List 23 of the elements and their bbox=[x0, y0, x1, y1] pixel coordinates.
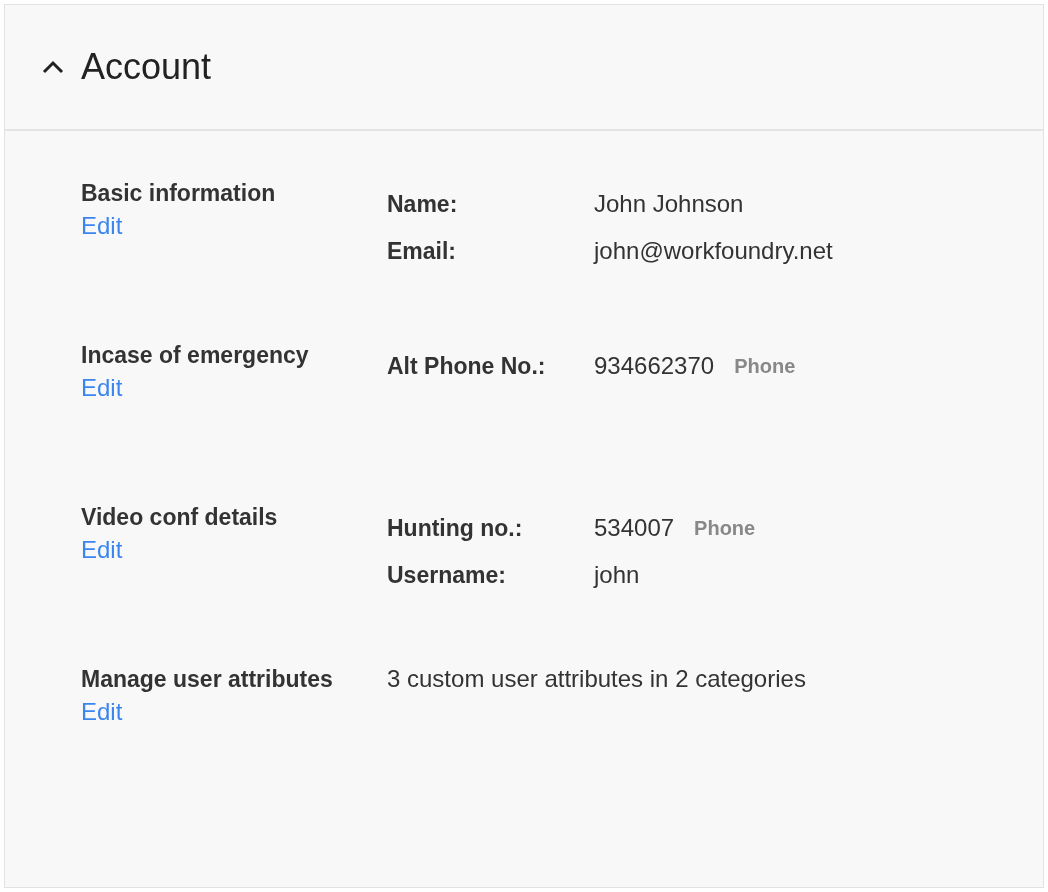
field-label: Username: bbox=[387, 560, 507, 590]
section-label: Video conf details bbox=[81, 503, 279, 532]
phone-type-label: Phone bbox=[694, 516, 756, 541]
field-label: Hunting no.: bbox=[387, 513, 524, 543]
edit-link[interactable]: Edit bbox=[81, 211, 123, 241]
edit-link[interactable]: Edit bbox=[81, 697, 123, 727]
field-value: john@workfoundry.net bbox=[594, 236, 833, 266]
phone-type-label: Phone bbox=[734, 354, 796, 379]
field-value: 934662370 bbox=[594, 351, 715, 381]
panel-title: Account bbox=[81, 45, 212, 89]
edit-link[interactable]: Edit bbox=[81, 373, 123, 403]
field-value: 534007 bbox=[594, 513, 675, 543]
chevron-up-icon[interactable] bbox=[41, 59, 65, 75]
field-value: John Johnson bbox=[594, 189, 744, 219]
field-label: Name: bbox=[387, 189, 459, 219]
section-label: Basic information bbox=[81, 179, 277, 208]
attributes-summary: 3 custom user attributes in 2 categories bbox=[387, 665, 806, 692]
section-label: Manage user attributes bbox=[81, 665, 334, 694]
edit-link[interactable]: Edit bbox=[81, 535, 123, 565]
field-value: john bbox=[594, 560, 640, 590]
field-label: Email: bbox=[387, 236, 458, 266]
field-label: Alt Phone No.: bbox=[387, 351, 547, 381]
section-label: Incase of emergency bbox=[81, 341, 310, 370]
